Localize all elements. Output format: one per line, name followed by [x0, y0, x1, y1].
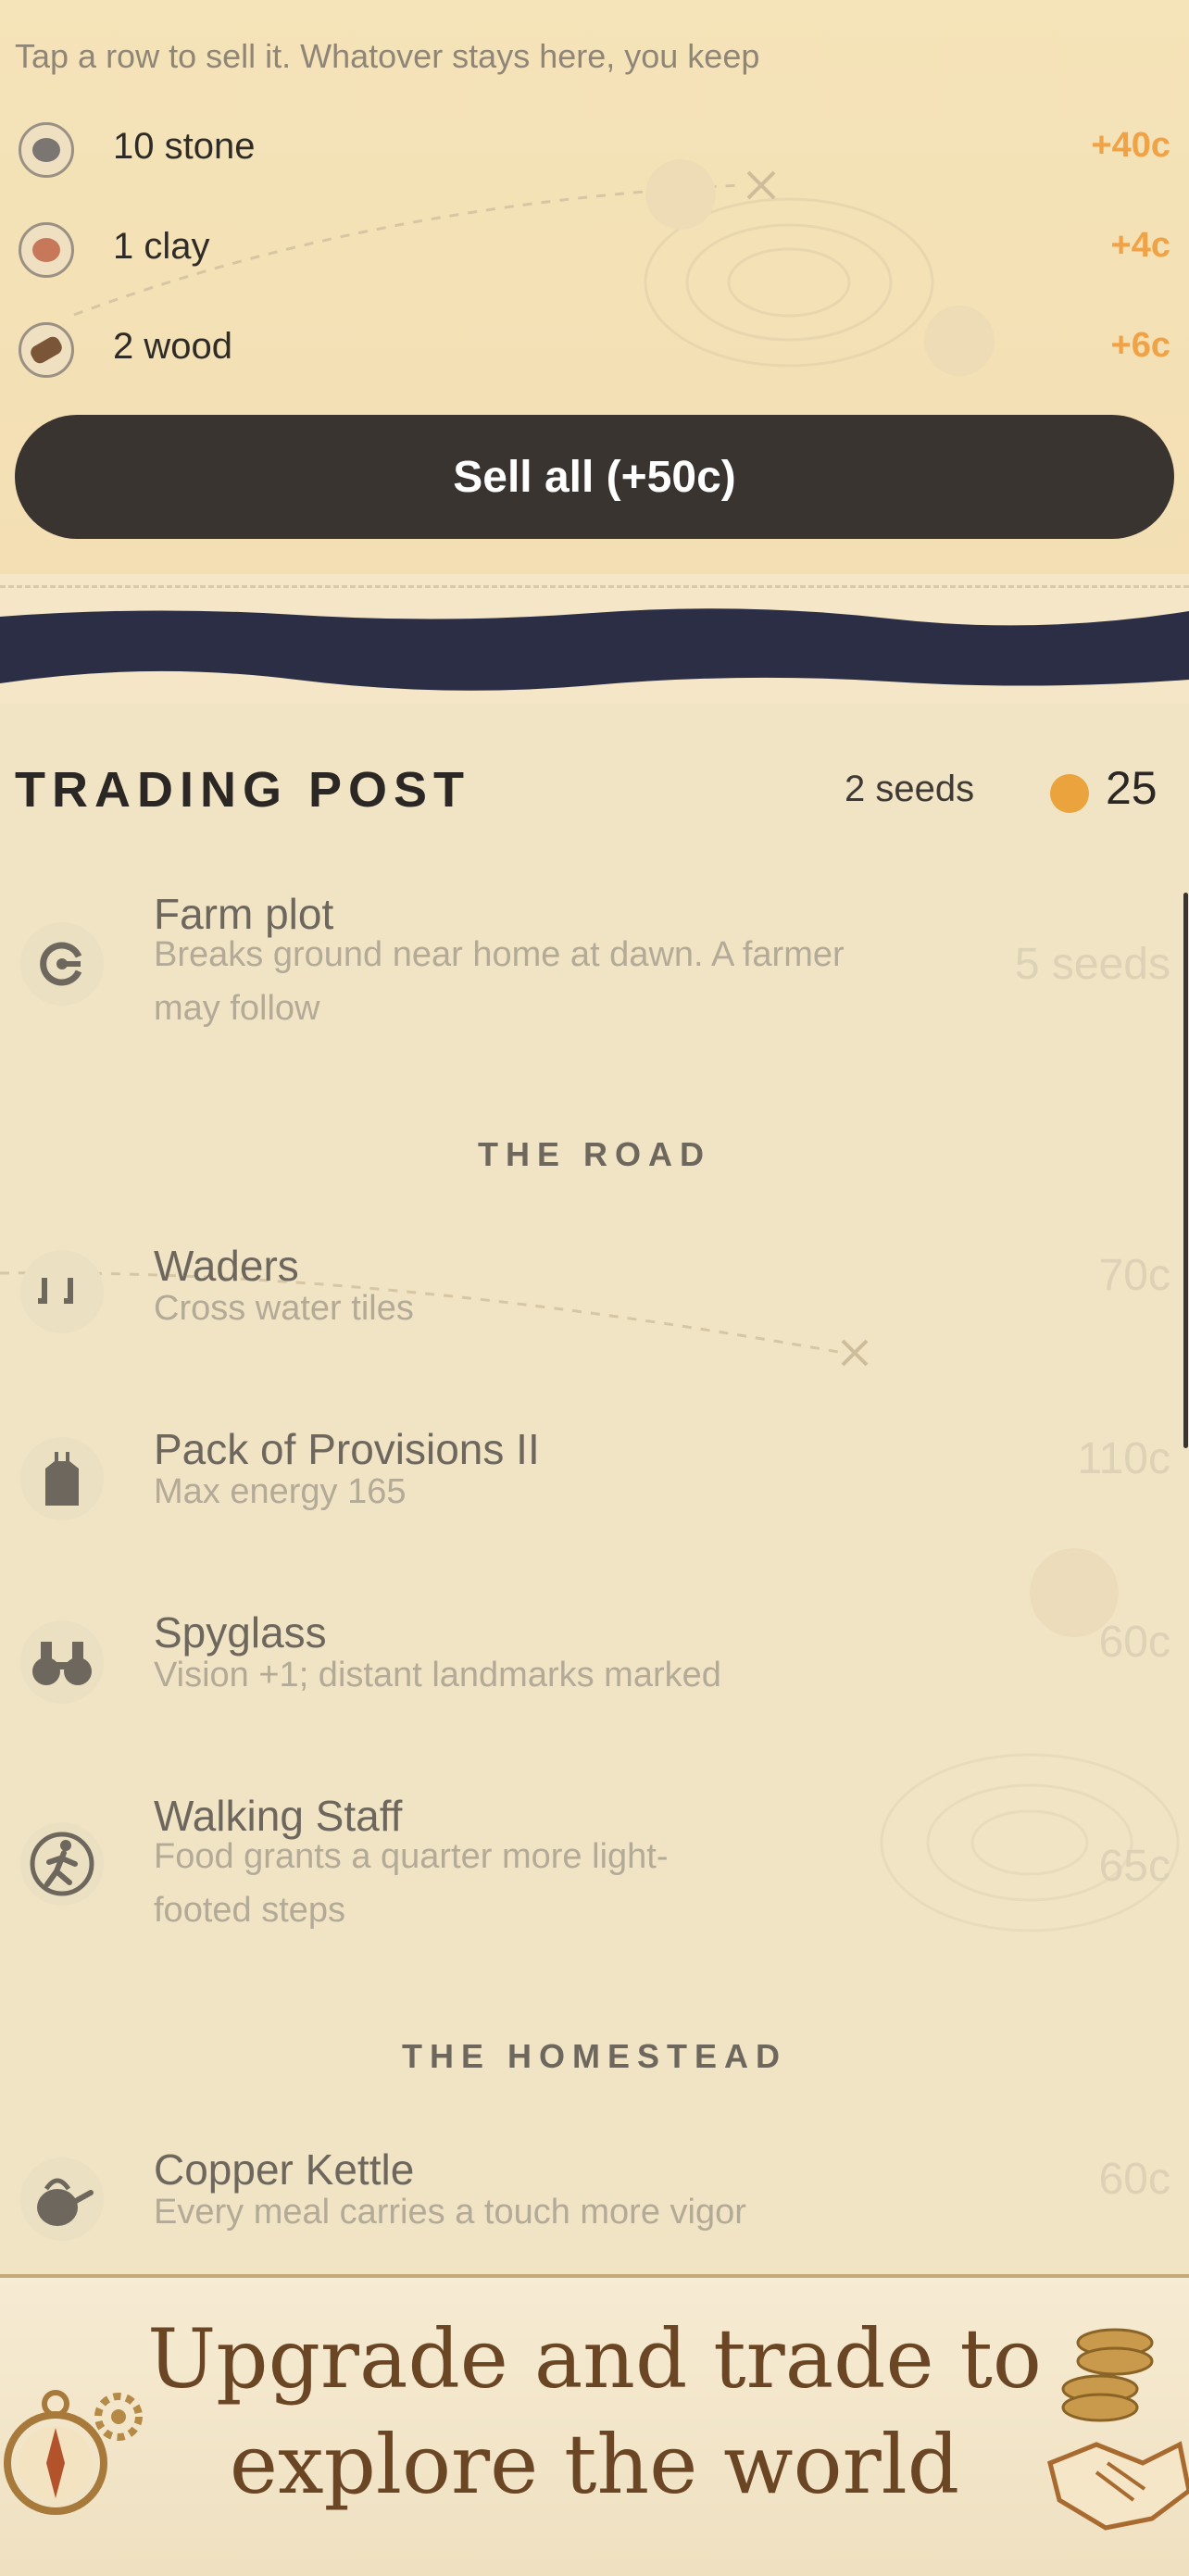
- sell-row-name: 10 stone: [113, 126, 256, 167]
- item-price: 110c: [1077, 1434, 1170, 1483]
- sell-row-price: +40c: [1091, 126, 1170, 165]
- trading-post: TRADING POST 2 seeds 25 Farm plot Breaks…: [0, 704, 1189, 2278]
- shop-item-walking-staff[interactable]: Walking Staff Food grants a quarter more…: [0, 1791, 1189, 1948]
- item-desc: Cross water tiles: [154, 1289, 414, 1328]
- seed-count: 2 seeds: [845, 769, 975, 809]
- section-header: THE HOMESTEAD: [401, 2037, 787, 2075]
- section-header: THE ROAD: [478, 1135, 711, 1173]
- sell-row-price: +4c: [1110, 226, 1170, 265]
- scrollbar[interactable]: [1183, 893, 1188, 1448]
- item-price: 65c: [1098, 1842, 1170, 1891]
- promo-banner: Upgrade and trade to explore the world: [0, 2274, 1189, 2576]
- shop-item-spyglass[interactable]: Spyglass Vision +1; distant landmarks ma…: [0, 1607, 1189, 1719]
- compass-icon: [4, 2390, 143, 2515]
- sell-row-stone[interactable]: 10 stone +40c: [0, 106, 1189, 189]
- coins-handshake-icon: [1047, 2328, 1189, 2531]
- clay-icon: [19, 222, 74, 278]
- divider: [0, 585, 1189, 588]
- farm-plot-icon: [20, 922, 104, 1006]
- banner-line-2: explore the world: [229, 2417, 960, 2512]
- sell-row-wood[interactable]: 2 wood +6c: [0, 306, 1189, 389]
- item-desc: Vision +1; distant landmarks marked: [154, 1656, 721, 1694]
- item-price: 60c: [1098, 2155, 1170, 2204]
- page-title: TRADING POST: [15, 762, 471, 818]
- sell-panel: Tap a row to sell it. Whatover stays her…: [0, 0, 1189, 574]
- shop-item-copper-kettle[interactable]: Copper Kettle Every meal carries a touch…: [0, 2145, 1189, 2256]
- stone-icon: [19, 122, 74, 178]
- item-desc: Breaks ground near home at dawn. A farme…: [154, 935, 845, 1028]
- shop-item-provisions[interactable]: Pack of Provisions II Max energy 165 110…: [0, 1424, 1189, 1535]
- sell-all-button[interactable]: Sell all (+50c): [15, 415, 1174, 539]
- sell-row-price: +6c: [1110, 326, 1170, 365]
- sell-hint: Tap a row to sell it. Whatover stays her…: [15, 37, 760, 75]
- item-desc: Food grants a quarter more light-footed …: [154, 1837, 669, 1930]
- sell-row-name: 2 wood: [113, 326, 232, 367]
- backpack-icon: [20, 1437, 104, 1520]
- item-price: 60c: [1098, 1618, 1170, 1667]
- navy-band: [0, 608, 1189, 691]
- walker-icon: [20, 1822, 104, 1906]
- waders-icon: [20, 1250, 104, 1333]
- item-desc: Max energy 165: [154, 1472, 407, 1511]
- coin-icon: [1050, 774, 1089, 813]
- item-price: 5 seeds: [1014, 940, 1170, 989]
- kettle-icon: [20, 2157, 104, 2241]
- binoculars-icon: [20, 1620, 104, 1704]
- shop-item-farm-plot[interactable]: Farm plot Breaks ground near home at daw…: [0, 889, 1189, 1046]
- item-desc: Every meal carries a touch more vigor: [154, 2193, 746, 2232]
- shop-item-waders[interactable]: Waders Cross water tiles 70c: [0, 1241, 1189, 1352]
- item-price: 70c: [1098, 1251, 1170, 1300]
- sell-row-clay[interactable]: 1 clay +4c: [0, 206, 1189, 289]
- coin-count: 25: [1106, 762, 1158, 814]
- sell-row-name: 1 clay: [113, 226, 210, 267]
- banner-line-1: Upgrade and trade to: [147, 2311, 1042, 2407]
- wood-icon: [19, 322, 74, 378]
